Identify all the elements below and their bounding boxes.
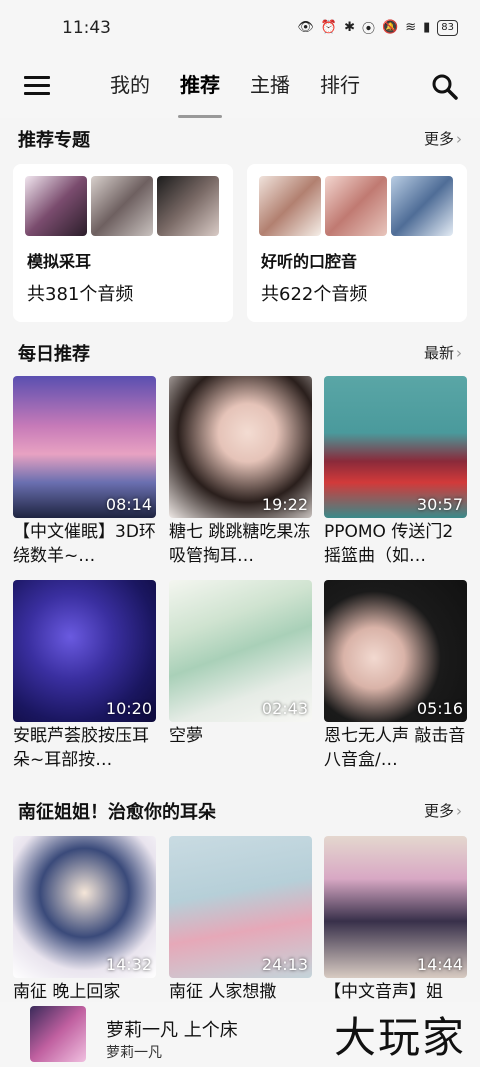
mute-icon: 🔕 (382, 20, 399, 35)
chevron-right-icon: › (456, 130, 462, 148)
tab-mine[interactable]: 我的 (110, 70, 150, 106)
topic-thumbnails (259, 176, 453, 236)
more-link[interactable]: 更多 › (424, 800, 462, 821)
topic-card[interactable]: 模拟采耳 共381个音频 (13, 164, 233, 322)
topic-count: 共622个音频 (261, 284, 368, 305)
status-time: 11:43 (62, 18, 111, 38)
more-link[interactable]: 更多 › (424, 128, 462, 149)
video-card[interactable]: 19:22 糖七 跳跳糖吃果冻吸管掏耳… (169, 376, 312, 568)
thumbnail-image (325, 176, 387, 236)
search-icon[interactable] (430, 72, 460, 102)
video-card[interactable]: 02:43 空夢 (169, 580, 312, 772)
thumbnail-image (25, 176, 87, 236)
nanzheng-header: 南征姐姐！治愈你的耳朵 更多 › (0, 792, 480, 828)
topics-header: 推荐专题 更多 › (0, 120, 480, 156)
player-track-title: 萝莉一凡 上个床 (106, 1020, 238, 1041)
video-cover: 05:16 (324, 580, 467, 722)
video-duration: 05:16 (416, 699, 463, 718)
video-cover: 08:14 (13, 376, 156, 518)
tab-bar: 我的 推荐 主播 排行 (110, 70, 390, 118)
video-title: 糖七 跳跳糖吃果冻吸管掏耳… (169, 522, 311, 566)
latest-label: 最新 (423, 344, 454, 362)
video-cover: 02:43 (169, 580, 312, 722)
video-duration: 14:44 (416, 955, 463, 974)
signal-icon: ▮ (423, 20, 431, 35)
video-duration: 30:57 (416, 495, 463, 514)
thumbnail-image (157, 176, 219, 236)
eye-icon: 👁 (297, 20, 314, 35)
topic-count: 共381个音频 (27, 284, 134, 305)
status-bar: 11:43 👁 ⏰ ✱ ⦿ 🔕 ≋ ▮ 83 (0, 0, 480, 58)
video-cover: 10:20 (13, 580, 156, 722)
video-card[interactable]: 05:16 恩七无人声 敲击音八音盒/… (324, 580, 467, 772)
more-label: 更多 (423, 130, 454, 148)
video-duration: 02:43 (261, 699, 308, 718)
video-card[interactable]: 30:57 PPOMO 传送门2摇篮曲（如… (324, 376, 467, 568)
video-card[interactable]: 14:32 南征 晚上回家 (13, 836, 156, 1028)
watermark-logo: 大玩家 (333, 1013, 466, 1062)
tab-ranking[interactable]: 排行 (320, 70, 360, 106)
wifi-icon: ≋ (405, 20, 417, 35)
chevron-right-icon: › (456, 802, 462, 820)
topic-name: 模拟采耳 (27, 252, 92, 271)
video-duration: 08:14 (105, 495, 152, 514)
chevron-right-icon: › (456, 344, 462, 362)
top-nav: 我的 推荐 主播 排行 (0, 58, 480, 118)
section-title: 每日推荐 (18, 344, 90, 365)
video-title: 安眠芦荟胶按压耳朵~耳部按… (13, 726, 149, 770)
video-card[interactable]: 14:44 【中文音声】姐 (324, 836, 467, 1028)
video-cover: 30:57 (324, 376, 467, 518)
topic-thumbnails (25, 176, 219, 236)
video-title: 恩七无人声 敲击音八音盒/… (324, 726, 466, 770)
video-cover: 19:22 (169, 376, 312, 518)
bluetooth-icon: ✱ (344, 20, 355, 35)
menu-icon[interactable] (24, 76, 50, 96)
video-card[interactable]: 08:14 【中文催眠】3D环绕数羊~… (13, 376, 156, 568)
section-title: 南征姐姐！治愈你的耳朵 (18, 802, 216, 823)
video-duration: 19:22 (261, 495, 308, 514)
video-title: PPOMO 传送门2摇篮曲（如… (324, 522, 454, 566)
video-card[interactable]: 24:13 南征 人家想撒 (169, 836, 312, 1028)
player-artwork (30, 1006, 86, 1062)
video-cover: 14:44 (324, 836, 467, 978)
location-icon: ⦿ (362, 22, 376, 37)
video-cover: 14:32 (13, 836, 156, 978)
tab-recommend[interactable]: 推荐 (178, 70, 222, 118)
video-duration: 24:13 (261, 955, 308, 974)
daily-header: 每日推荐 最新 › (0, 334, 480, 370)
video-cover: 24:13 (169, 836, 312, 978)
section-title: 推荐专题 (18, 130, 90, 151)
video-duration: 10:20 (105, 699, 152, 718)
battery-icon: 83 (437, 19, 458, 36)
thumbnail-image (391, 176, 453, 236)
video-card[interactable]: 10:20 安眠芦荟胶按压耳朵~耳部按… (13, 580, 156, 772)
latest-link[interactable]: 最新 › (424, 342, 462, 363)
video-title: 【中文催眠】3D环绕数羊~… (13, 522, 156, 566)
topic-card[interactable]: 好听的口腔音 共622个音频 (247, 164, 467, 322)
player-artist: 萝莉一凡 (106, 1045, 162, 1061)
tab-anchor[interactable]: 主播 (250, 70, 290, 106)
video-duration: 14:32 (105, 955, 152, 974)
thumbnail-image (91, 176, 153, 236)
status-icons: 👁 ⏰ ✱ ⦿ 🔕 ≋ ▮ 83 (297, 18, 458, 37)
more-label: 更多 (423, 802, 454, 820)
thumbnail-image (259, 176, 321, 236)
video-title: 空夢 (169, 726, 203, 746)
topic-name: 好听的口腔音 (261, 252, 358, 271)
alarm-icon: ⏰ (320, 20, 338, 35)
